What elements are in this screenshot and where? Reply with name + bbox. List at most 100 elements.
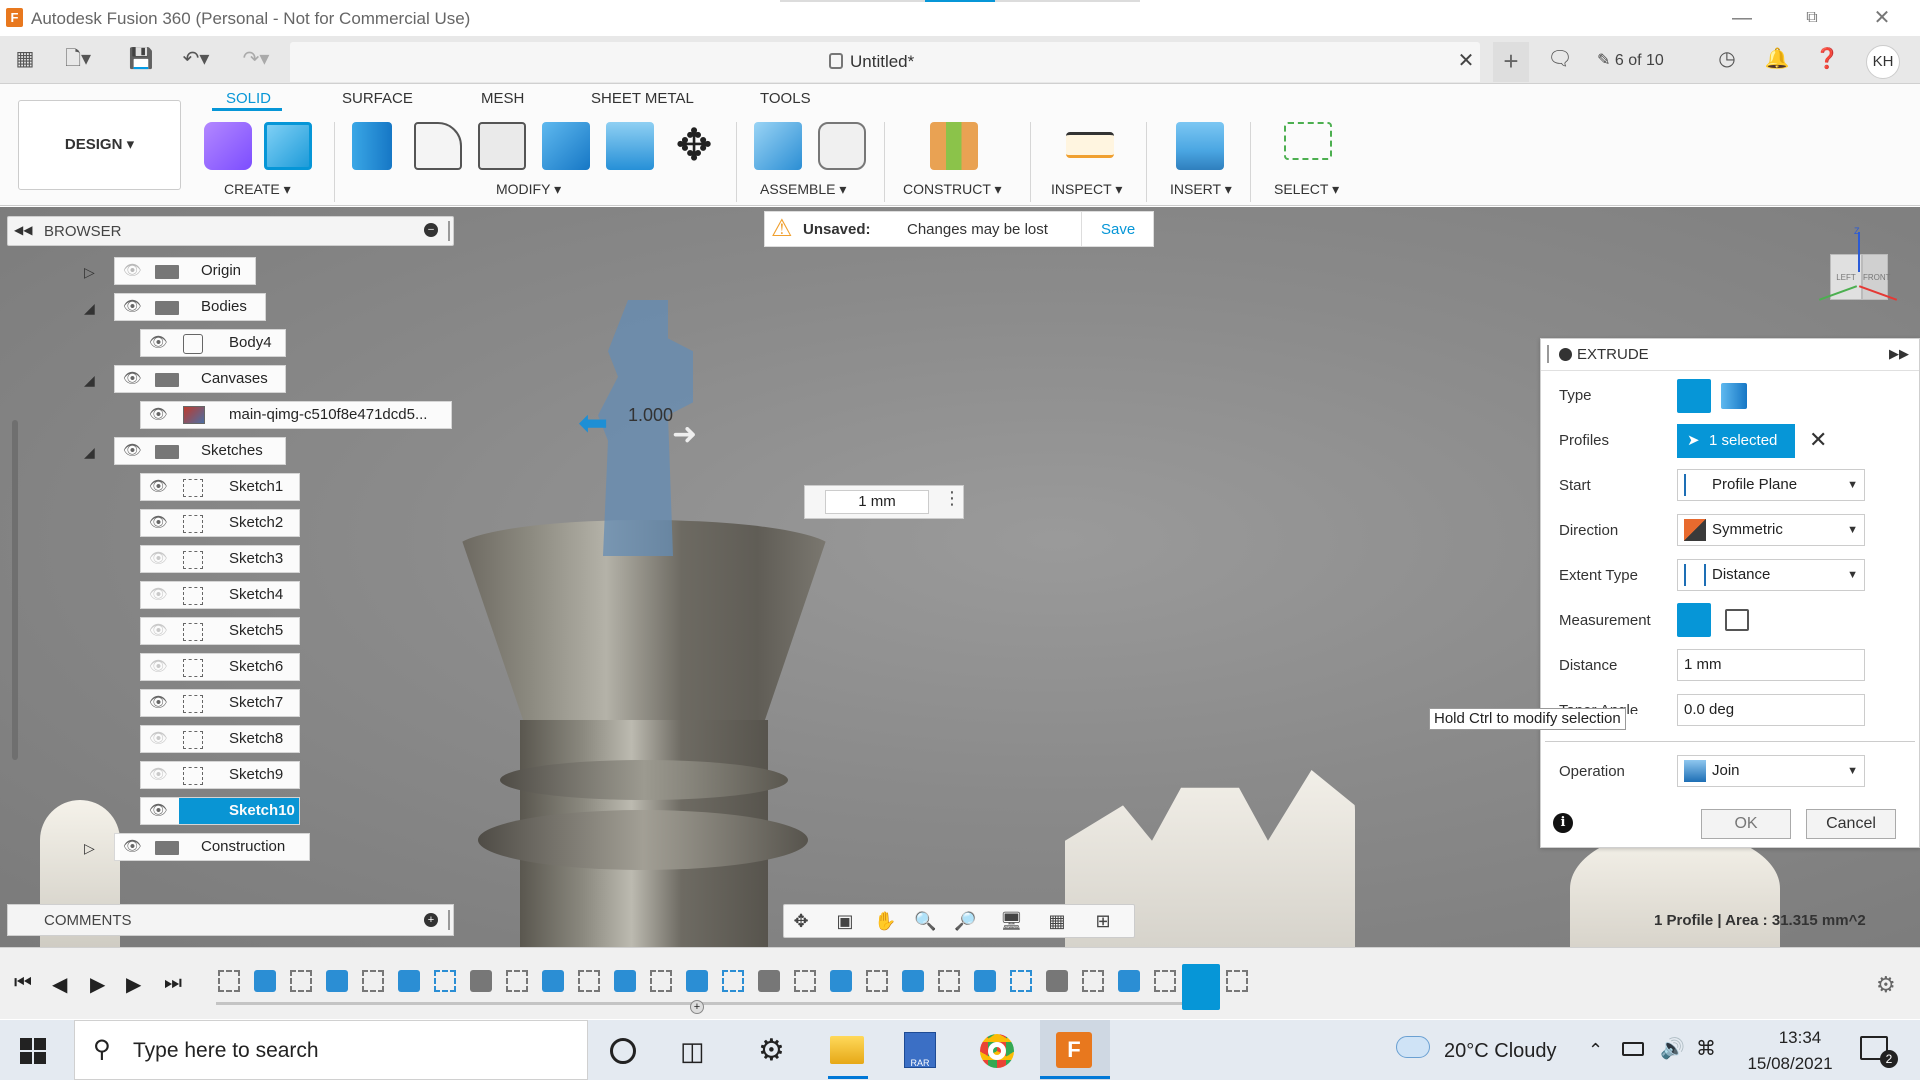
settings-gear-icon[interactable]: ⚙ [758, 1036, 785, 1066]
browser-item-construction[interactable]: 👁 Construction [114, 833, 310, 861]
visibility-on-icon[interactable]: 👁 [123, 438, 142, 464]
timeline-feature-icon[interactable] [470, 970, 492, 992]
timeline-settings-gear-icon[interactable]: ⚙ [1876, 972, 1896, 998]
collapse-browser-icon[interactable]: ◀◀ [14, 223, 32, 237]
timeline-feature-icon[interactable] [398, 970, 420, 992]
data-panel-grid-icon[interactable]: ▦ [10, 44, 40, 74]
tab-tools[interactable]: TOOLS [760, 90, 811, 107]
timeline-feature-icon[interactable] [974, 970, 996, 992]
browser-scrollbar[interactable] [12, 420, 18, 760]
timeline-feature-icon[interactable] [650, 970, 672, 992]
pan-hand-icon[interactable]: ✋ [874, 910, 896, 932]
dialog-grip-icon[interactable] [1547, 345, 1549, 363]
extrude-header[interactable]: EXTRUDE ▶▶ [1541, 339, 1919, 371]
sketch-item-sketch5[interactable]: 👁 Sketch5 [140, 617, 300, 645]
help-icon[interactable]: ❓ [1812, 44, 1842, 74]
select-window-icon[interactable] [1284, 122, 1332, 160]
timeline-feature-icon[interactable] [542, 970, 564, 992]
version-indicator[interactable]: ✎ 6 of 10 [1597, 50, 1664, 70]
view-cube[interactable]: LEFT FRONT Z [1818, 226, 1898, 312]
offset-plane-icon[interactable] [930, 122, 978, 170]
insert-canvas-icon[interactable] [1176, 122, 1224, 170]
timeline-feature-icon[interactable] [866, 970, 888, 992]
restore-button[interactable]: ⧉ [1790, 4, 1834, 32]
clear-selection-icon[interactable]: ✕ [1809, 427, 1827, 453]
cancel-button[interactable]: Cancel [1806, 809, 1896, 839]
display-settings-icon[interactable]: 🖥 [1000, 910, 1023, 932]
inspect-group-label[interactable]: INSPECT ▾ [1051, 181, 1122, 198]
timeline-feature-icon[interactable] [1082, 970, 1104, 992]
combine-icon[interactable] [542, 122, 590, 170]
redo-icon[interactable]: ↷▾ [236, 44, 276, 74]
save-icon[interactable]: 💾 [126, 44, 156, 74]
visibility-on-icon[interactable]: 👁 [149, 474, 168, 500]
start-dropdown[interactable]: Profile Plane ▼ [1677, 469, 1865, 501]
timeline-feature-icon[interactable] [434, 970, 456, 992]
weather-cloud-icon[interactable] [1396, 1036, 1430, 1058]
timeline-feature-icon[interactable] [254, 970, 276, 992]
notifications-bell-icon[interactable]: 🔔 [1762, 44, 1792, 74]
show-hidden-icons-chevron-icon[interactable]: ⌃ [1588, 1040, 1603, 1061]
select-group-label[interactable]: SELECT ▾ [1274, 181, 1339, 198]
add-comment-icon[interactable]: + [424, 913, 438, 927]
browser-item-body4[interactable]: 👁 Body4 [140, 329, 286, 357]
task-view-icon[interactable]: ◫ [680, 1038, 705, 1064]
visibility-off-icon[interactable]: 👁 [149, 582, 168, 608]
browser-item-canvases[interactable]: 👁 Canvases [114, 365, 286, 393]
construct-group-label[interactable]: CONSTRUCT ▾ [903, 181, 1002, 198]
dialog-expand-icon[interactable]: ▶▶ [1889, 346, 1909, 362]
sketch-item-sketch4[interactable]: 👁 Sketch4 [140, 581, 300, 609]
type-one-side-icon[interactable] [1677, 379, 1711, 413]
operation-dropdown[interactable]: Join ▼ [1677, 755, 1865, 787]
step-forward-icon[interactable]: ▶ [126, 972, 141, 997]
ok-button[interactable]: OK [1701, 809, 1791, 839]
info-icon[interactable]: i [1553, 813, 1573, 833]
tab-surface[interactable]: SURFACE [342, 90, 413, 107]
play-icon[interactable]: ▶ [90, 972, 105, 997]
comment-icon[interactable]: 🗨 [1545, 44, 1575, 74]
tab-sheet-metal[interactable]: SHEET METAL [591, 90, 694, 107]
measure-icon[interactable] [1066, 132, 1114, 158]
visibility-off-icon[interactable]: 👁 [149, 726, 168, 752]
step-back-icon[interactable]: ◀ [52, 972, 67, 997]
timeline-feature-icon[interactable] [362, 970, 384, 992]
timeline-feature-icon[interactable] [902, 970, 924, 992]
assemble-group-label[interactable]: ASSEMBLE ▾ [760, 181, 846, 198]
timeline-feature-icon[interactable] [1010, 970, 1032, 992]
browser-pin-icon[interactable] [448, 221, 450, 241]
chrome-icon[interactable] [980, 1034, 1014, 1068]
timeline-marker-current[interactable] [1182, 964, 1220, 1010]
measurement-whole-icon[interactable] [1725, 609, 1749, 631]
minimize-button[interactable]: — [1720, 4, 1764, 32]
timeline-feature-icon[interactable] [290, 970, 312, 992]
new-component-icon[interactable] [204, 122, 252, 170]
sketch-item-sketch3[interactable]: 👁 Sketch3 [140, 545, 300, 573]
visibility-on-icon[interactable]: 👁 [123, 366, 142, 392]
grid-settings-icon[interactable]: ▦ [1046, 910, 1068, 932]
timeline-feature-icon[interactable] [326, 970, 348, 992]
visibility-off-icon[interactable]: 👁 [123, 258, 142, 284]
taper-angle-input[interactable]: 0.0 deg [1677, 694, 1865, 726]
timeline-feature-icon[interactable] [506, 970, 528, 992]
visibility-on-icon[interactable]: 👁 [149, 330, 168, 356]
timeline-feature-icon[interactable] [794, 970, 816, 992]
joint-icon[interactable] [818, 122, 866, 170]
timeline-feature-icon[interactable] [1154, 970, 1176, 992]
press-pull-icon[interactable] [352, 122, 392, 170]
timeline-feature-icon[interactable] [578, 970, 600, 992]
wifi-icon[interactable]: ⌘ [1696, 1036, 1716, 1061]
timeline-add-icon[interactable]: + [690, 1000, 704, 1014]
fusion-taskbar-icon[interactable]: F [1056, 1032, 1092, 1068]
sketch-item-sketch2[interactable]: 👁 Sketch2 [140, 509, 300, 537]
extent-type-dropdown[interactable]: Distance ▼ [1677, 559, 1865, 591]
close-window-button[interactable]: ✕ [1860, 4, 1904, 32]
volume-icon[interactable]: 🔊 [1660, 1036, 1685, 1061]
browser-item-origin[interactable]: 👁 Origin [114, 257, 256, 285]
distance-overlay-input[interactable]: 1 mm [825, 490, 929, 514]
workspace-switcher[interactable]: DESIGN ▾ [18, 100, 181, 190]
cortana-icon[interactable] [610, 1038, 636, 1064]
visibility-off-icon[interactable]: 👁 [149, 654, 168, 680]
tab-solid[interactable]: SOLID [226, 90, 271, 107]
job-status-icon[interactable]: ◷ [1712, 44, 1742, 74]
extrude-tool-icon[interactable] [264, 122, 312, 170]
